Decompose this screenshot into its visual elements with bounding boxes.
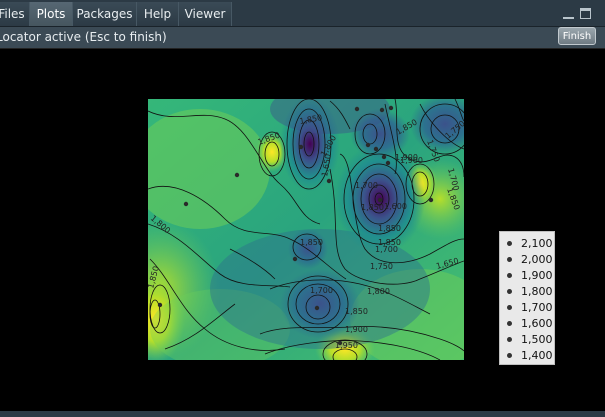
finish-button[interactable]: Finish bbox=[558, 27, 596, 45]
sample-point bbox=[234, 172, 240, 178]
contour-label: 1,850 bbox=[361, 203, 384, 212]
legend-item: 1,900 bbox=[500, 268, 556, 284]
sample-point bbox=[379, 107, 385, 113]
legend-item: 1,700 bbox=[500, 300, 556, 316]
legend-item: 1,600 bbox=[500, 316, 556, 332]
legend-item: 1,500 bbox=[500, 332, 556, 348]
sample-point bbox=[428, 197, 434, 203]
tab-packages[interactable]: Packages bbox=[73, 2, 137, 26]
pane-bottom-border bbox=[0, 411, 605, 417]
contour-label: 1,700 bbox=[310, 286, 333, 295]
pane-tab-bar: Files Plots Packages Help Viewer bbox=[0, 0, 605, 27]
contour-label: 1,900 bbox=[400, 156, 423, 165]
point-icon bbox=[507, 321, 512, 326]
legend-label: 1,900 bbox=[521, 269, 553, 282]
sample-point bbox=[292, 256, 298, 262]
point-icon bbox=[507, 337, 512, 342]
contour-label: 1,800 bbox=[367, 287, 390, 296]
sample-point bbox=[157, 302, 163, 308]
tab-help[interactable]: Help bbox=[137, 2, 179, 26]
contour-label: 1,850 bbox=[300, 238, 323, 247]
contour-label: 1,700 bbox=[355, 181, 378, 190]
sample-point bbox=[373, 146, 379, 152]
legend-label: 1,400 bbox=[521, 349, 553, 362]
minimize-icon[interactable] bbox=[563, 9, 574, 19]
tab-plots[interactable]: Plots bbox=[30, 2, 73, 26]
sample-point bbox=[298, 144, 304, 150]
legend-item: 2,000 bbox=[500, 252, 556, 268]
sample-point bbox=[326, 178, 332, 184]
tab-viewer[interactable]: Viewer bbox=[179, 2, 232, 26]
legend-label: 1,700 bbox=[521, 301, 553, 314]
sample-point bbox=[385, 160, 391, 166]
legend-label: 1,800 bbox=[521, 285, 553, 298]
legend-label: 1,600 bbox=[521, 317, 553, 330]
contour-label: 1,700 bbox=[375, 245, 398, 254]
locator-message: Locator active (Esc to finish) bbox=[0, 30, 167, 44]
legend-item: 2,100 bbox=[500, 236, 556, 252]
sample-point bbox=[183, 201, 189, 207]
sample-point bbox=[377, 197, 383, 203]
contour-label: 1,600 bbox=[384, 202, 407, 211]
point-icon bbox=[507, 241, 512, 246]
sample-point bbox=[354, 106, 360, 112]
legend-item: 1,800 bbox=[500, 284, 556, 300]
legend-label: 1,500 bbox=[521, 333, 553, 346]
contour-label: 1,850 bbox=[345, 307, 368, 316]
point-icon bbox=[507, 353, 512, 358]
sample-point bbox=[388, 105, 394, 111]
sample-point bbox=[337, 340, 343, 346]
plot-legend: 2,100 2,000 1,900 1,800 1,700 1,600 1,50… bbox=[499, 231, 555, 365]
point-icon bbox=[507, 289, 512, 294]
contour-label: 1,900 bbox=[345, 325, 368, 334]
contour-label: 1,850 bbox=[378, 224, 401, 233]
point-icon bbox=[507, 305, 512, 310]
legend-label: 2,100 bbox=[521, 237, 553, 250]
tab-files[interactable]: Files bbox=[0, 2, 30, 26]
maximize-icon[interactable] bbox=[580, 8, 591, 19]
locator-toolbar: Locator active (Esc to finish) bbox=[0, 27, 605, 49]
sample-point bbox=[381, 154, 387, 160]
sample-point bbox=[314, 305, 320, 311]
legend-item: 1,400 bbox=[500, 348, 556, 364]
point-icon bbox=[507, 273, 512, 278]
point-icon bbox=[507, 257, 512, 262]
sample-point bbox=[365, 142, 371, 148]
contour-label: 1,750 bbox=[370, 262, 393, 271]
legend-label: 2,000 bbox=[521, 253, 553, 266]
